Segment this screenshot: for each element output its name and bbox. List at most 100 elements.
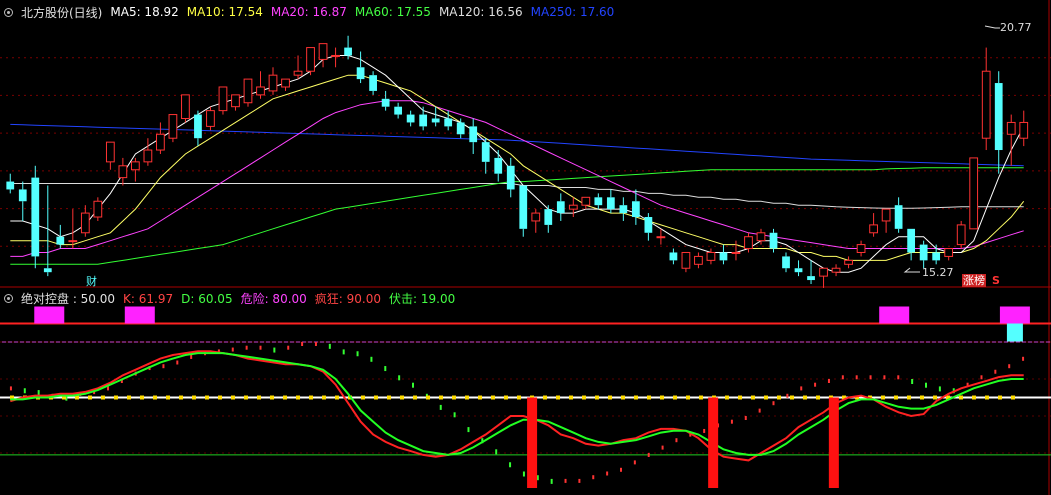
candle-up [268, 74, 278, 92]
ma-legend-1: MA10: 17.54 [186, 5, 263, 19]
control-dot [777, 395, 781, 400]
candle-down [56, 236, 65, 245]
candle-down [932, 252, 941, 261]
k-line [10, 350, 1024, 462]
candle-up [130, 161, 140, 171]
candle-down [6, 181, 15, 190]
danger-signal-block [34, 306, 65, 324]
candle-down [719, 252, 728, 261]
control-dot [400, 395, 404, 400]
candle-down [782, 256, 790, 269]
candle-up [881, 208, 891, 222]
candle-down [606, 197, 615, 210]
control-dot [894, 395, 898, 400]
control-dot [647, 395, 651, 400]
main-chart-header: 北方股份(日线) MA5: 18.92 MA10: 17.54 MA20: 16.8… [0, 3, 630, 21]
candle-up [856, 244, 866, 253]
control-dot [881, 395, 885, 400]
candle-up [531, 212, 541, 222]
sub-indicator-toggle-icon[interactable] [4, 293, 13, 303]
candle-down [769, 232, 778, 249]
candle-down [481, 142, 490, 162]
candle-down [994, 83, 1003, 151]
candle-up [93, 200, 103, 218]
ma-line-ma60 [10, 167, 1024, 265]
sub-legend-0: K: 61.97 [123, 291, 174, 306]
control-dot [140, 395, 144, 400]
candle-down [494, 157, 503, 174]
candle-up [256, 86, 265, 96]
candle-up [218, 86, 228, 112]
price-low-label: 15.27 [922, 266, 954, 279]
control-dot [998, 395, 1002, 400]
control-dot [621, 395, 625, 400]
candle-down [381, 98, 390, 107]
ma-legend-4: MA120: 16.56 [438, 5, 523, 19]
control-dot [725, 395, 729, 400]
control-dot [231, 395, 235, 400]
candle-up [80, 212, 90, 234]
control-dot [738, 395, 742, 400]
ma-legend-2: MA20: 16.87 [270, 5, 347, 19]
candle-up [744, 236, 753, 250]
candle-down [369, 75, 377, 91]
candle-up [819, 267, 828, 277]
candle-down [594, 197, 603, 206]
sub-indicator-title: 绝对控盘 : 50.00 [21, 291, 116, 306]
candle-up [281, 78, 290, 88]
control-dot [764, 395, 768, 400]
red-signal-column [708, 397, 719, 488]
candle-down [344, 47, 352, 56]
control-dot [608, 395, 612, 400]
sub-legend-2: 危险: 80.00 [240, 291, 307, 306]
kline-chart-svg[interactable] [0, 0, 1051, 495]
control-dot [673, 395, 677, 400]
high-marker [984, 25, 1000, 29]
candle-down [419, 114, 428, 127]
candle-up [969, 157, 979, 230]
candle-down [556, 201, 565, 214]
candle-up [944, 248, 954, 257]
candle-down [456, 122, 465, 135]
control-dot [907, 395, 911, 400]
signal-s-tag[interactable]: S [992, 274, 1000, 287]
control-dot [361, 395, 365, 400]
candle-down [644, 217, 653, 233]
control-dot [686, 395, 690, 400]
candle-up [694, 255, 703, 265]
red-signal-column [828, 397, 839, 488]
control-dot [322, 395, 326, 400]
candle-up [581, 196, 591, 206]
candle-down [194, 114, 202, 139]
candle-down [43, 268, 52, 273]
candle-up [656, 236, 666, 239]
limit-up-tag[interactable]: 涨榜 [962, 274, 986, 287]
candle-up [331, 54, 340, 57]
control-dot [413, 395, 417, 400]
candle-up [756, 232, 766, 242]
candle-down [907, 228, 916, 253]
control-dot [751, 395, 755, 400]
ma-legend-0: MA5: 18.92 [110, 5, 179, 19]
candle-up [156, 133, 165, 151]
finance-tag[interactable]: 财 [86, 273, 97, 289]
candle-up [844, 259, 853, 265]
candle-up [956, 224, 966, 246]
indicator-toggle-icon[interactable] [4, 7, 13, 17]
candle-down [18, 189, 27, 202]
control-dot [803, 395, 807, 400]
control-dot [283, 395, 287, 400]
candle-up [243, 78, 253, 104]
candle-down [619, 205, 628, 214]
control-dot [582, 395, 586, 400]
candle-down [519, 185, 528, 229]
control-dot [790, 395, 794, 400]
sub-indicator-legend: K: 61.97 D: 60.05 危险: 80.00 疯狂: 90.00 伏击: 19… [123, 290, 463, 307]
control-dot [166, 395, 170, 400]
candle-down [631, 201, 640, 218]
control-dot [543, 395, 547, 400]
control-dot [816, 395, 820, 400]
control-dot [569, 395, 573, 400]
red-signal-column [527, 397, 538, 488]
candle-up [168, 114, 178, 139]
